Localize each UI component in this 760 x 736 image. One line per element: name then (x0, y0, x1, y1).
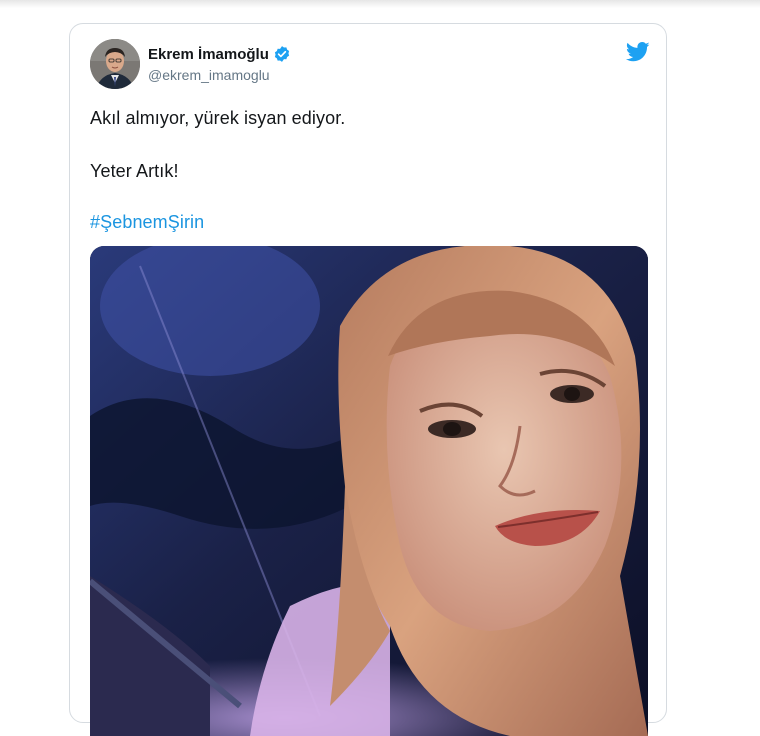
tweet-photo[interactable] (90, 246, 648, 736)
author-handle[interactable]: @ekrem_imamoglu (148, 67, 270, 83)
top-edge-shadow (0, 0, 760, 8)
author-name[interactable]: Ekrem İmamoğlu (148, 46, 269, 63)
hashtag-link[interactable]: #ŞebnemŞirin (90, 212, 204, 233)
tweet-card[interactable]: Ekrem İmamoğlu @ekrem_imamoglu Akıl almı… (69, 23, 667, 736)
tweet-text-line-1: Akıl almıyor, yürek isyan ediyor. (90, 108, 346, 128)
tweet-text-line-2: Yeter Artık! (90, 161, 179, 181)
author-row[interactable]: Ekrem İmamoğlu (148, 45, 291, 63)
verified-badge-icon (273, 45, 291, 63)
twitter-bird-icon[interactable] (625, 42, 650, 62)
avatar[interactable] (90, 39, 140, 89)
